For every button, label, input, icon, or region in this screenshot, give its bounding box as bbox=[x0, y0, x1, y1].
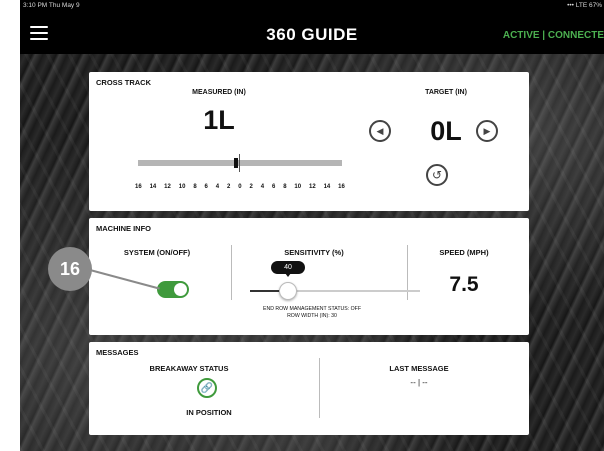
sensitivity-value-bubble: 40 bbox=[271, 261, 305, 277]
sensitivity-label: SENSITIVITY (%) bbox=[284, 248, 344, 257]
scale-tick-label: 6 bbox=[271, 184, 276, 190]
scale-tick-label: 16 bbox=[338, 184, 345, 190]
scale-tick-label: 10 bbox=[294, 184, 302, 190]
system-label: SYSTEM (ON/OFF) bbox=[123, 248, 191, 257]
link-icon: 🔗 bbox=[197, 378, 217, 398]
scale-labels: 16 14 12 10 8 6 4 2 0 2 4 6 8 10 12 14 1… bbox=[135, 184, 345, 190]
last-message-label: LAST MESSAGE bbox=[389, 364, 449, 373]
scale-tick-label: 16 bbox=[135, 184, 142, 190]
divider bbox=[231, 245, 232, 300]
callout-badge: 16 bbox=[48, 247, 92, 291]
scale-tick-label: 12 bbox=[164, 184, 171, 190]
status-bar: 3:10 PM Thu May 9 ••• LTE 67% bbox=[20, 0, 604, 16]
end-row-status: END ROW MANAGEMENT STATUS: OFF bbox=[263, 306, 361, 312]
last-message-value: -- | -- bbox=[410, 378, 428, 387]
cross-track-scale bbox=[138, 160, 342, 166]
target-label: TARGET (IN) bbox=[425, 89, 467, 96]
scale-tick-label: 6 bbox=[204, 184, 208, 190]
breakaway-status-value: IN POSITION bbox=[186, 408, 232, 417]
sensitivity-slider-thumb[interactable] bbox=[279, 282, 297, 300]
scale-center-line bbox=[239, 154, 240, 172]
cross-track-header: CROSS TRACK bbox=[96, 78, 152, 87]
reset-icon: ↺ bbox=[431, 168, 443, 182]
status-time: 3:10 PM Thu May 9 bbox=[23, 2, 80, 9]
messages-header: MESSAGES bbox=[96, 348, 139, 357]
status-indicators: ••• LTE 67% bbox=[567, 2, 602, 9]
measured-value: 1L bbox=[203, 105, 235, 135]
scale-tick-label: 10 bbox=[178, 184, 186, 190]
caret-right-icon: ▶ bbox=[483, 125, 491, 136]
messages-card: MESSAGES BREAKAWAY STATUS 🔗 IN POSITION … bbox=[89, 342, 529, 435]
scale-tick-label: 2 bbox=[227, 184, 231, 190]
scale-tick-label: 4 bbox=[215, 184, 220, 190]
scale-tick-label: 0 bbox=[238, 184, 242, 190]
scale-tick-label: 8 bbox=[283, 184, 287, 190]
system-toggle[interactable] bbox=[157, 281, 189, 298]
cross-track-card: CROSS TRACK MEASURED (IN) 1L 16 14 12 10… bbox=[89, 72, 529, 211]
scale-tick-label: 2 bbox=[249, 184, 253, 190]
scale-tick-label: 4 bbox=[260, 184, 265, 190]
scale-tick-label: 14 bbox=[149, 184, 157, 190]
breakaway-status-label: BREAKAWAY STATUS bbox=[149, 364, 229, 373]
connection-status: ACTIVE | CONNECTE bbox=[502, 30, 604, 41]
app-header: 360 GUIDE ACTIVE | CONNECTE bbox=[20, 16, 604, 54]
machine-info-header: MACHINE INFO bbox=[96, 224, 151, 233]
speed-value: 7.5 bbox=[449, 273, 479, 296]
scale-tick-label: 12 bbox=[309, 184, 316, 190]
divider bbox=[319, 358, 320, 418]
scale-tick-label: 14 bbox=[323, 184, 331, 190]
measured-label: MEASURED (IN) bbox=[192, 89, 246, 96]
end-row-info: END ROW MANAGEMENT STATUS: OFF ROW WIDTH… bbox=[237, 306, 387, 320]
row-width: ROW WIDTH (IN): 30 bbox=[287, 313, 337, 319]
caret-left-icon: ◀ bbox=[376, 125, 384, 136]
target-increase-button[interactable]: ▶ bbox=[476, 120, 498, 142]
speed-label: SPEED (MPH) bbox=[439, 248, 489, 257]
toggle-knob bbox=[174, 283, 187, 296]
scale-position-marker bbox=[234, 158, 238, 168]
target-reset-button[interactable]: ↺ bbox=[426, 164, 448, 186]
machine-info-card: MACHINE INFO SYSTEM (ON/OFF) SENSITIVITY… bbox=[89, 218, 529, 335]
scale-tick-label: 8 bbox=[193, 184, 197, 190]
